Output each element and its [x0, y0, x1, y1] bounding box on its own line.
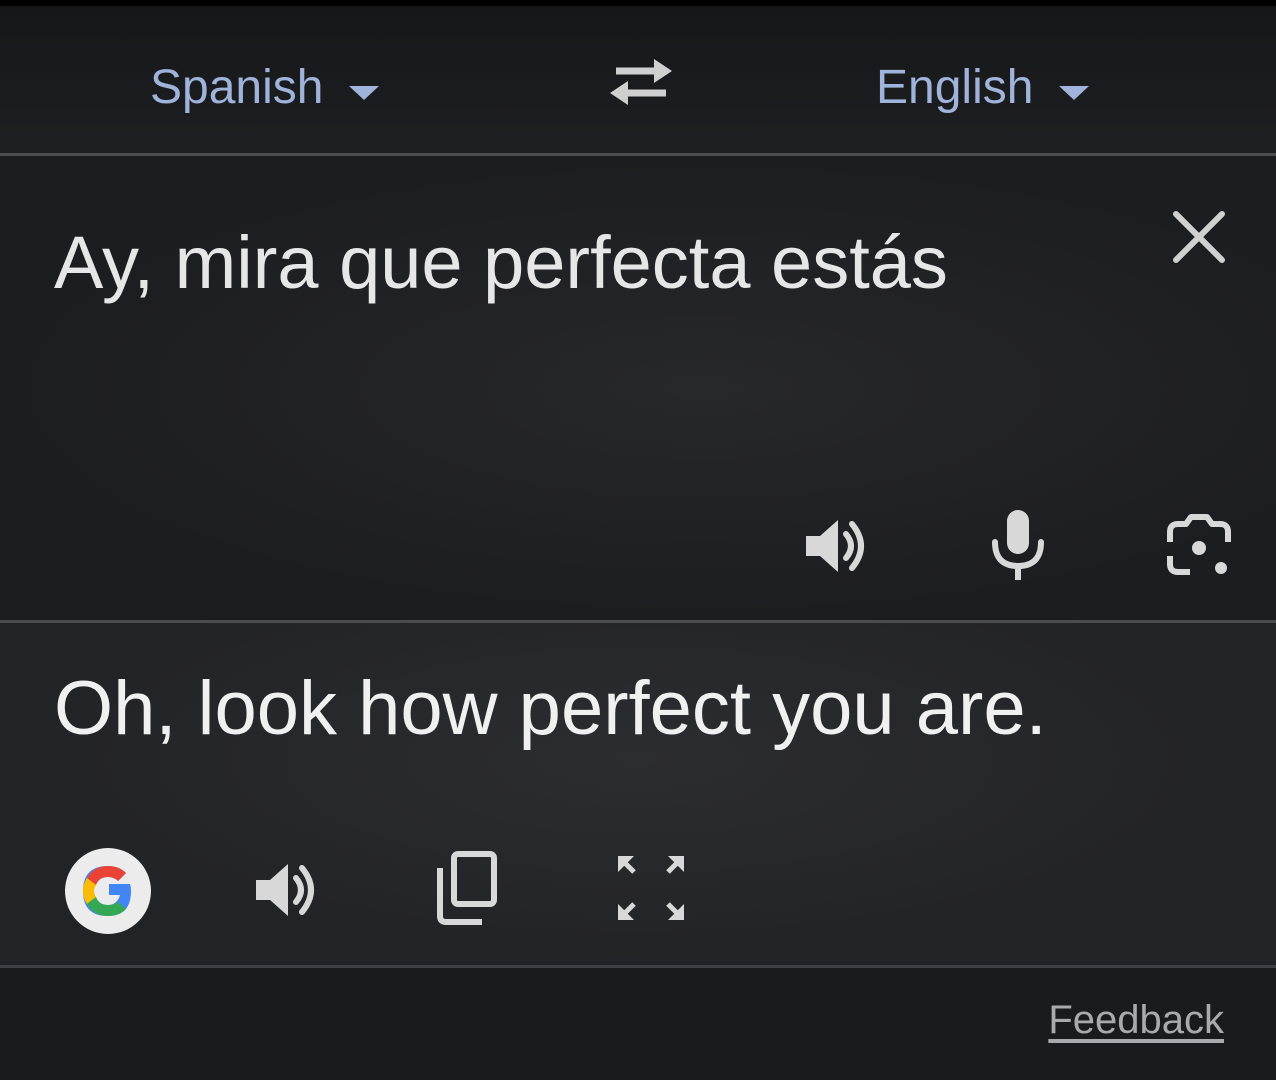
target-language-label: English	[876, 61, 1034, 114]
chevron-down-icon	[349, 85, 380, 100]
google-g-icon	[83, 866, 131, 916]
source-text-input[interactable]: Ay, mira que perfecta estás	[54, 208, 954, 318]
google-logo[interactable]	[65, 848, 151, 934]
close-icon[interactable]	[1170, 208, 1228, 266]
fullscreen-icon[interactable]	[616, 854, 686, 922]
source-language-selector[interactable]: Spanish	[150, 60, 380, 115]
speaker-icon[interactable]	[802, 512, 870, 580]
language-bar: Spanish English	[0, 0, 1276, 154]
chevron-down-icon	[1059, 85, 1090, 100]
source-language-label: Spanish	[150, 61, 324, 114]
speaker-icon[interactable]	[252, 856, 320, 924]
feedback-link[interactable]: Feedback	[1048, 998, 1224, 1043]
copy-icon[interactable]	[434, 850, 500, 926]
target-language-selector[interactable]: English	[876, 60, 1090, 115]
translation-text: Oh, look how perfect you are.	[54, 666, 1047, 751]
camera-lens-icon[interactable]	[1164, 512, 1234, 580]
swap-arrows-icon[interactable]	[608, 56, 674, 108]
translate-widget: Spanish English Ay, mira que perfecta es…	[0, 0, 1276, 1080]
microphone-icon[interactable]	[988, 508, 1048, 582]
